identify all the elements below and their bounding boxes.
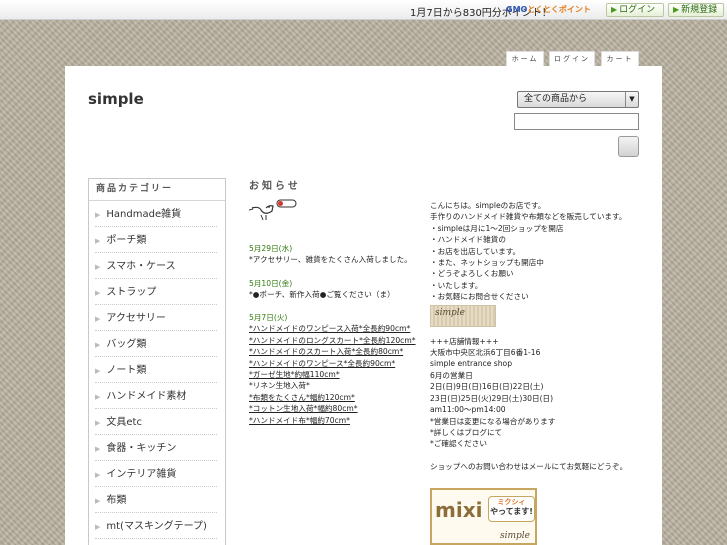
category-sidebar: 商品カテゴリー ▶ Handmade雑貨 ▶ ポーチ類 ▶ スマホ・ケース ▶ ストラッ… [88,178,226,545]
news-line: *リネン生地入荷* [249,381,310,391]
category-item[interactable]: ▶ ノート類 [95,357,217,383]
category-item[interactable]: ▶ 文具etc [95,409,217,435]
gmo-points-logo[interactable]: GMOとくとくポイント [506,4,591,15]
event-line: +++店舗情報+++ [430,336,499,346]
event-line: 23日(日)25日(火)29日(土)30日(日) [430,393,554,403]
category-item[interactable]: ▶ アクセサリー [95,305,217,331]
news-line: *アクセサリー、雑貨をたくさん入荷しました。 [249,255,412,265]
top-register-button[interactable]: ▶ 新規登録 [668,3,724,17]
triangle-right-icon: ▶ [95,367,101,375]
event-line: simple entrance shop [430,359,513,369]
shop-info-column: こんにちは。simpleのお店です。 手作りのハンドメイド雑貨や布類などを販売し… [430,200,627,472]
news-link[interactable]: *コットン生地入荷*幅約80cm* [249,403,416,414]
triangle-right-icon: ▶ [95,211,101,219]
search-category-value: 全ての商品から [524,94,588,104]
news-link[interactable]: *ハンドメイド布*幅約70cm* [249,415,416,426]
category-item[interactable]: ▶ 布類 [95,487,217,513]
mixi-banner-link[interactable]: mixi ミクシィ やってます! simple [430,488,537,545]
intro-line: 手作りのハンドメイド雑貨や布類などを販売しています。 [430,212,627,222]
gmo-top-bar: 1月7日から830円分ポイント！ GMOとくとくポイント ▶ ログイン ▶ 新規登録 [0,0,727,20]
arrow-right-icon: ▶ [611,5,618,14]
event-line: 6月の営業日 [430,370,473,380]
news-entry: 5月7日(火) *ハンドメイドのワンピース入荷*全長約90cm* *ハンドメイド… [249,312,416,426]
news-link[interactable]: *布類をたくさん*幅約120cm* [249,392,416,403]
triangle-right-icon: ▶ [95,341,101,349]
triangle-right-icon: ▶ [95,315,101,323]
chevron-down-icon: ▼ [625,92,638,107]
arrow-right-icon: ▶ [673,5,680,14]
bird-illustration [249,199,297,221]
triangle-right-icon: ▶ [95,497,101,505]
mixi-badge-bottom: やってます! [490,507,533,516]
category-heading: 商品カテゴリー [89,179,225,201]
gmo-brand: GMO [506,5,528,14]
shop-title-link[interactable]: simple [88,90,144,108]
intro-line: ・どうぞよろしくお願い [430,269,514,279]
category-item[interactable]: ▶ ポーチ類 [95,227,217,253]
news-date: 5月10日(金) [249,279,293,288]
category-item[interactable]: ▶ mt(マスキングテープ) [95,513,217,539]
triangle-right-icon: ▶ [95,289,101,297]
intro-line: ・お店を出店しています。 [430,246,521,256]
news-entry: 5月10日(金) *●ポーチ、新作入荷●ご覧ください（ま） [249,278,395,301]
news-date: 5月29日(水) [249,244,293,253]
news-link[interactable]: *ハンドメイドのスカート入荷*全長約80cm* [249,346,416,357]
news-link[interactable]: *ハンドメイドのワンピース入荷*全長約90cm* [249,323,416,334]
triangle-right-icon: ▶ [95,523,101,531]
event-line: *ご確認ください [430,439,487,449]
event-line: *営業日は変更になる場合があります [430,416,556,426]
triangle-right-icon: ▶ [95,263,101,271]
nav-tab-cart[interactable]: カート [601,51,639,67]
category-list: ▶ Handmade雑貨 ▶ ポーチ類 ▶ スマホ・ケース ▶ ストラップ ▶ アクセサリ… [89,201,225,539]
triangle-right-icon: ▶ [95,237,101,245]
intro-line: ・いたします。 [430,280,483,290]
simple-logo-image: simple [430,305,496,327]
event-line: *詳しくはブログにて [430,427,503,437]
search-input[interactable] [514,113,639,130]
search-category-select[interactable]: 全ての商品から ▼ [517,91,639,108]
top-login-label: ログイン [619,5,656,15]
intro-line: ・simpleは月に1～2回ショップを開店 [430,223,564,233]
closing-line: ショップへのお問い合わせはメールにてお気軽にどうぞ。 [430,461,628,471]
news-entry: 5月29日(水) *アクセサリー、雑貨をたくさん入荷しました。 [249,243,412,266]
mixi-logo: mixi [435,498,483,522]
news-line: *●ポーチ、新作入荷●ご覧ください（ま） [249,290,395,300]
event-line: 大阪市中央区北浜6丁目6番1-16 [430,348,541,358]
notice-heading: お知らせ [249,181,301,192]
category-item[interactable]: ▶ インテリア雑貨 [95,461,217,487]
gmo-points-label: とくとくポイント [527,5,591,14]
mixi-banner-tag: simple [500,531,530,541]
simple-logo-text: simple [435,308,465,318]
category-item[interactable]: ▶ ハンドメイド素材 [95,383,217,409]
mixi-badge-top: ミクシィ [497,498,526,506]
triangle-right-icon: ▶ [95,393,101,401]
intro-line: ・ハンドメイド雑貨の [430,235,506,245]
news-date: 5月7日(火) [249,313,288,322]
news-link[interactable]: *ハンドメイドのワンピース*全長約90cm* [249,358,416,369]
category-item[interactable]: ▶ 食器・キッチン [95,435,217,461]
intro-line: ・お気軽にお問合せください [430,292,529,302]
top-login-button[interactable]: ▶ ログイン [606,3,664,17]
nav-tab-login[interactable]: ログイン [549,51,595,67]
search-button[interactable] [618,136,639,157]
category-item[interactable]: ▶ ストラップ [95,279,217,305]
intro-line: こんにちは。simpleのお店です。 [430,201,546,210]
triangle-right-icon: ▶ [95,445,101,453]
category-item[interactable]: ▶ バッグ類 [95,331,217,357]
triangle-right-icon: ▶ [95,471,101,479]
top-register-label: 新規登録 [681,5,718,15]
nav-tab-home[interactable]: ホーム [506,51,544,67]
event-line: am11:00～pm14:00 [430,405,506,415]
triangle-right-icon: ▶ [95,419,101,427]
intro-line: ・また、ネットショップも開店中 [430,258,544,268]
event-line: 2日(日)9日(日)16日(日)22日(土) [430,382,544,392]
category-item[interactable]: ▶ Handmade雑貨 [95,201,217,227]
mixi-badge: ミクシィ やってます! [488,496,535,522]
news-link[interactable]: *ハンドメイドのロングスカート*全長約120cm* [249,335,416,346]
category-item[interactable]: ▶ スマホ・ケース [95,253,217,279]
news-link[interactable]: *ガーゼ生地*約幅110cm* [249,369,416,380]
